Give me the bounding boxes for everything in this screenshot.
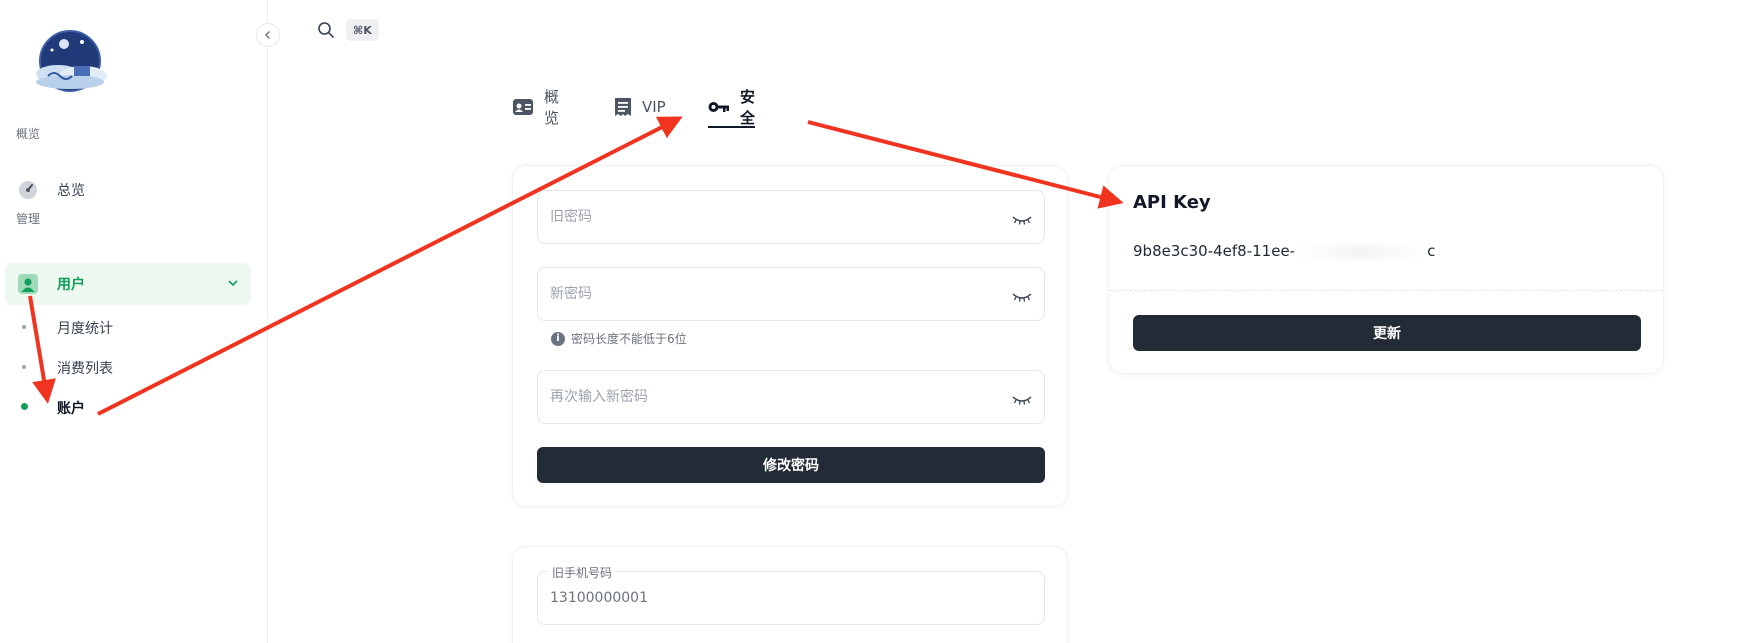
- password-card: i 密码长度不能低于6位 修改密码: [512, 165, 1068, 507]
- search-shortcut-badge[interactable]: ⌘K: [346, 19, 379, 41]
- eye-closed-icon[interactable]: [1012, 391, 1032, 410]
- chevron-down-icon[interactable]: [227, 277, 239, 293]
- old-phone-field[interactable]: 旧手机号码 13100000001: [537, 564, 1045, 625]
- sidebar-subitem-label: 账户: [57, 401, 85, 417]
- logo[interactable]: [28, 30, 112, 96]
- new-password-input[interactable]: [550, 268, 990, 320]
- api-key-text: 9b8e3c30-4ef8-11ee-: [1133, 242, 1296, 260]
- info-icon: i: [551, 331, 565, 346]
- api-key-card: API Key 9b8e3c30-4ef8-11ee-c 更新: [1108, 165, 1664, 374]
- sidebar-subitem-monthly-stats[interactable]: 月度统计: [22, 311, 252, 343]
- phone-card: 旧手机号码 13100000001: [512, 546, 1068, 643]
- key-icon: [708, 100, 730, 114]
- bullet-dot: [22, 325, 26, 329]
- bullet-dot: [22, 365, 26, 369]
- tab-vip[interactable]: VIP: [614, 86, 666, 128]
- id-card-icon: [512, 98, 534, 116]
- refresh-api-key-button[interactable]: 更新: [1133, 315, 1641, 351]
- new-password-field[interactable]: [537, 267, 1045, 321]
- eye-closed-icon[interactable]: [1012, 288, 1032, 307]
- hint-text: 密码长度不能低于6位: [571, 332, 687, 346]
- tab-label: VIP: [642, 98, 666, 116]
- receipt-icon: [614, 97, 632, 117]
- change-password-button[interactable]: 修改密码: [537, 447, 1045, 483]
- sidebar-item-users[interactable]: 用户: [5, 263, 251, 305]
- tab-overview[interactable]: 概览: [512, 86, 559, 128]
- confirm-password-field[interactable]: [537, 370, 1045, 424]
- sidebar-subitem-consumption-list[interactable]: 消费列表: [22, 351, 252, 383]
- sidebar-item-label: 用户: [57, 277, 85, 293]
- sidebar-subitem-label: 消费列表: [57, 361, 113, 377]
- eye-closed-icon[interactable]: [1012, 211, 1032, 230]
- active-dot: [21, 403, 28, 410]
- api-key-tail: c: [1427, 242, 1436, 260]
- sidebar-subitem-label: 月度统计: [57, 321, 113, 337]
- password-length-hint: i 密码长度不能低于6位: [551, 330, 687, 347]
- sidebar: 概览 总览 管理 用户 月度统计 消费列表 账户: [0, 0, 268, 643]
- old-phone-label: 旧手机号码: [548, 564, 617, 581]
- user-icon: [18, 274, 38, 294]
- old-password-input[interactable]: [550, 191, 990, 243]
- tab-label: 安全: [740, 88, 756, 127]
- gauge-icon: [18, 180, 38, 200]
- api-key-title: API Key: [1133, 192, 1211, 213]
- sidebar-item-dashboard[interactable]: 总览: [5, 169, 251, 211]
- confirm-password-input[interactable]: [550, 371, 990, 423]
- section-label-manage: 管理: [16, 212, 41, 226]
- tab-label: 概览: [544, 88, 560, 127]
- divider: [1109, 290, 1663, 291]
- tab-security[interactable]: 安全: [708, 86, 756, 128]
- old-password-field[interactable]: [537, 190, 1045, 244]
- collapse-sidebar-button[interactable]: [256, 23, 280, 47]
- sidebar-item-label: 总览: [57, 183, 85, 199]
- search-icon[interactable]: [317, 21, 335, 43]
- sidebar-subitem-account[interactable]: 账户: [21, 391, 252, 423]
- chevron-left-icon: [265, 31, 270, 39]
- redaction-mask: [1297, 245, 1425, 259]
- section-label-overview: 概览: [16, 127, 41, 141]
- old-phone-value: 13100000001: [550, 590, 648, 606]
